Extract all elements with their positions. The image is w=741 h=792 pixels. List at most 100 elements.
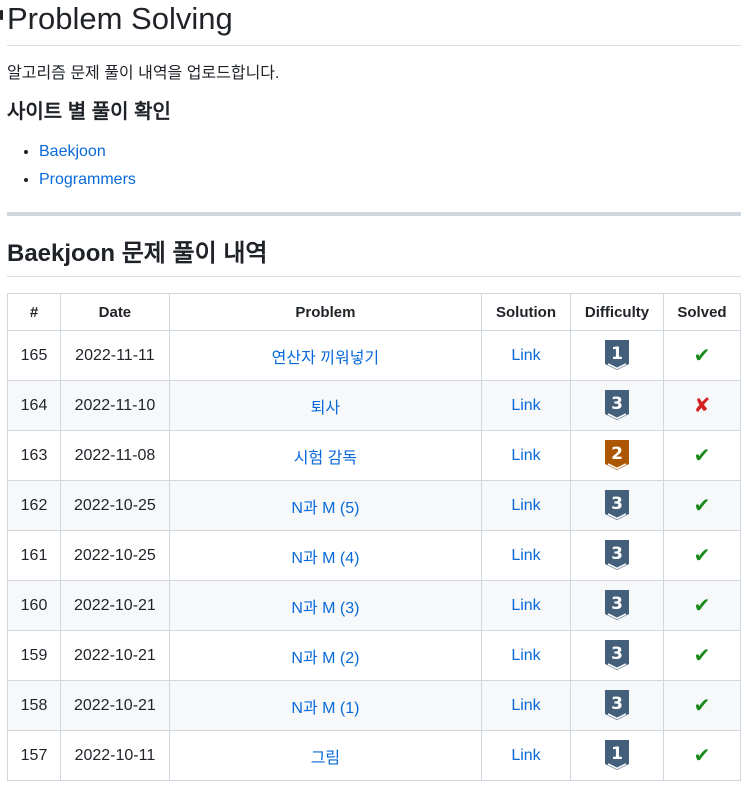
solution-link[interactable]: Link: [511, 397, 540, 414]
table-row: 157 2022-10-11 그림 Link 1 ✔: [7, 730, 741, 781]
check-mark-icon: ✔: [693, 694, 711, 717]
row-problem-cell: 연산자 끼워넣기: [168, 330, 483, 381]
row-difficulty-cell: 1: [570, 330, 664, 381]
problem-link[interactable]: N과 M (4): [291, 550, 359, 567]
row-solution-cell: Link: [481, 530, 571, 581]
solution-link[interactable]: Link: [511, 647, 540, 664]
row-date: 2022-10-25: [59, 480, 170, 531]
row-date: 2022-10-11: [59, 730, 170, 781]
row-num: 161: [7, 530, 61, 581]
row-date: 2022-11-08: [59, 430, 170, 481]
row-problem-cell: N과 M (3): [168, 580, 483, 631]
problem-link[interactable]: N과 M (3): [291, 600, 359, 617]
solution-link[interactable]: Link: [511, 747, 540, 764]
solution-link[interactable]: Link: [511, 347, 540, 364]
table-row: 158 2022-10-21 N과 M (1) Link 3 ✔: [7, 680, 741, 731]
table-row: 165 2022-11-11 연산자 끼워넣기 Link 1 ✔: [7, 330, 741, 381]
row-solution-cell: Link: [481, 430, 571, 481]
programmers-link[interactable]: Programmers: [39, 171, 136, 188]
row-num: 164: [7, 380, 61, 431]
row-solved-cell: ✔: [662, 480, 741, 531]
row-num: 165: [7, 330, 61, 381]
table-row: 159 2022-10-21 N과 M (2) Link 3 ✔: [7, 630, 741, 681]
row-date: 2022-11-11: [59, 330, 170, 381]
solution-link[interactable]: Link: [511, 597, 540, 614]
row-difficulty-cell: 1: [570, 730, 664, 781]
problem-link[interactable]: N과 M (2): [291, 650, 359, 667]
check-mark-icon: ✔: [693, 744, 711, 767]
solution-link[interactable]: Link: [511, 497, 540, 514]
check-mark-icon: ✔: [693, 594, 711, 617]
tier-level-text: 3: [611, 644, 623, 664]
sites-heading: 사이트 별 풀이 확인: [7, 101, 171, 123]
silver-tier-badge-icon: 3: [604, 639, 629, 672]
header-problem: Problem: [168, 293, 483, 331]
solution-link[interactable]: Link: [511, 447, 540, 464]
row-date: 2022-10-21: [59, 630, 170, 681]
section-divider: [7, 212, 741, 216]
row-solved-cell: ✔: [662, 430, 741, 481]
silver-tier-badge-icon: 1: [604, 339, 629, 372]
table-row: 160 2022-10-21 N과 M (3) Link 3 ✔: [7, 580, 741, 631]
problem-link[interactable]: 연산자 끼워넣기: [272, 350, 380, 367]
row-problem-cell: N과 M (2): [168, 630, 483, 681]
row-solution-cell: Link: [481, 580, 571, 631]
row-difficulty-cell: 3: [570, 380, 664, 431]
page-title: Problem Solving: [7, 1, 233, 36]
row-solution-cell: Link: [481, 630, 571, 681]
check-mark-icon: ✔: [693, 494, 711, 517]
solution-link[interactable]: Link: [511, 697, 540, 714]
title-divider: [7, 45, 741, 46]
table-row: 163 2022-11-08 시험 감독 Link 2 ✔: [7, 430, 741, 481]
table-header-row: # Date Problem Solution Difficulty Solve…: [7, 293, 741, 331]
heading-anchor-icon[interactable]: [0, 10, 3, 20]
row-num: 159: [7, 630, 61, 681]
tier-level-text: 3: [611, 494, 623, 514]
list-item: Programmers: [39, 166, 741, 194]
site-list: Baekjoon Programmers: [7, 138, 741, 194]
problem-link[interactable]: 퇴사: [311, 400, 340, 417]
row-difficulty-cell: 3: [570, 580, 664, 631]
list-item: Baekjoon: [39, 138, 741, 166]
tier-level-text: 1: [611, 744, 623, 764]
tier-level-text: 1: [611, 344, 623, 364]
silver-tier-badge-icon: 3: [604, 389, 629, 422]
row-difficulty-cell: 3: [570, 680, 664, 731]
row-difficulty-cell: 3: [570, 530, 664, 581]
problem-link[interactable]: 시험 감독: [294, 450, 357, 467]
intro-text: 알고리즘 문제 풀이 내역을 업로드합니다.: [7, 65, 280, 82]
header-date: Date: [59, 293, 170, 331]
row-problem-cell: 시험 감독: [168, 430, 483, 481]
header-solved: Solved: [662, 293, 741, 331]
row-solved-cell: ✔: [662, 630, 741, 681]
problem-link[interactable]: N과 M (1): [291, 700, 359, 717]
row-num: 162: [7, 480, 61, 531]
readme-content: Problem Solving 알고리즘 문제 풀이 내역을 업로드합니다. 사…: [0, 0, 741, 781]
check-mark-icon: ✔: [693, 644, 711, 667]
problem-link[interactable]: N과 M (5): [291, 500, 359, 517]
tier-level-text: 3: [611, 594, 623, 614]
row-problem-cell: N과 M (5): [168, 480, 483, 531]
row-num: 160: [7, 580, 61, 631]
silver-tier-badge-icon: 3: [604, 689, 629, 722]
row-difficulty-cell: 3: [570, 480, 664, 531]
silver-tier-badge-icon: 3: [604, 539, 629, 572]
row-solved-cell: ✘: [662, 380, 741, 431]
row-date: 2022-11-10: [59, 380, 170, 431]
row-solved-cell: ✔: [662, 330, 741, 381]
header-difficulty: Difficulty: [570, 293, 664, 331]
solution-link[interactable]: Link: [511, 547, 540, 564]
row-problem-cell: N과 M (1): [168, 680, 483, 731]
row-solution-cell: Link: [481, 380, 571, 431]
row-solution-cell: Link: [481, 680, 571, 731]
row-date: 2022-10-25: [59, 530, 170, 581]
baekjoon-link[interactable]: Baekjoon: [39, 143, 106, 160]
problem-link[interactable]: 그림: [311, 750, 340, 767]
row-num: 158: [7, 680, 61, 731]
tier-level-text: 3: [611, 694, 623, 714]
section-title: Baekjoon 문제 풀이 내역: [7, 240, 268, 267]
header-solution: Solution: [481, 293, 571, 331]
row-solution-cell: Link: [481, 330, 571, 381]
check-mark-icon: ✔: [693, 344, 711, 367]
silver-tier-badge-icon: 3: [604, 489, 629, 522]
